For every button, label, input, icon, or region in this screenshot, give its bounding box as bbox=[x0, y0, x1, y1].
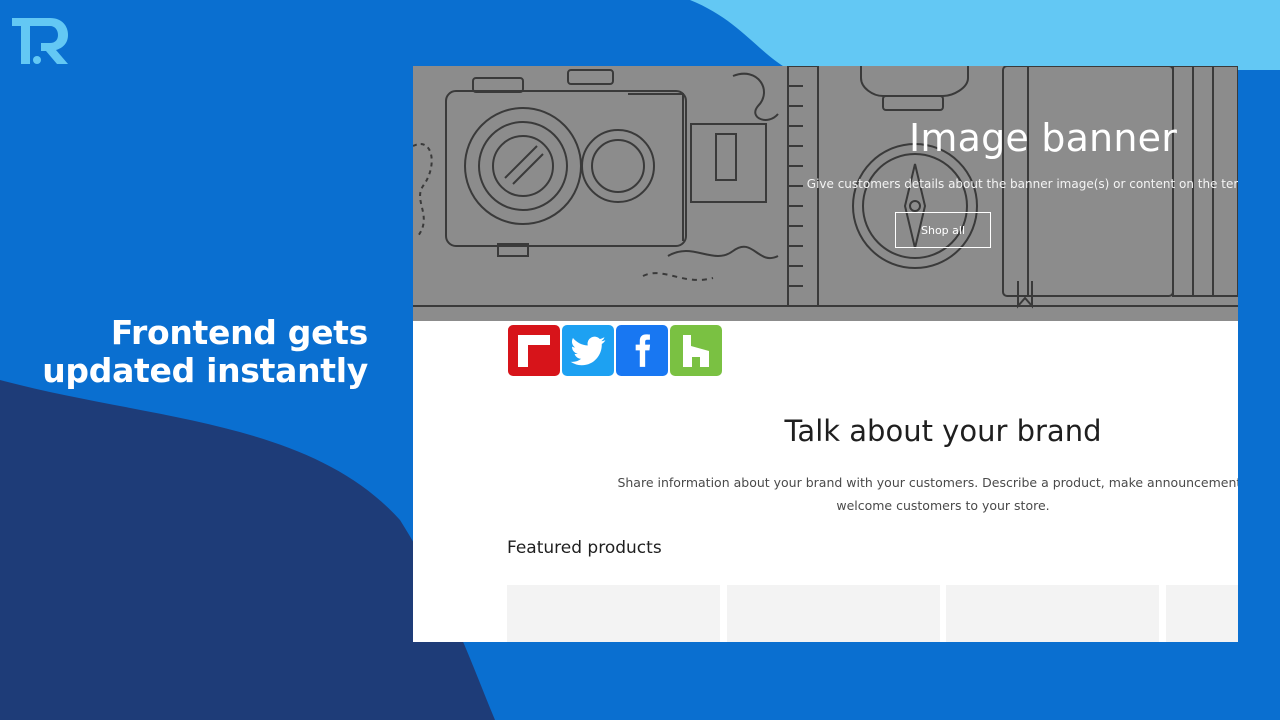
banner-illustration bbox=[413, 66, 1238, 309]
brand-description-line-1: Share information about your brand with … bbox=[617, 475, 1238, 490]
tagline-line-2: updated instantly bbox=[42, 351, 368, 390]
tagline: Frontend gets updated instantly bbox=[42, 314, 368, 390]
twitter-share-button[interactable] bbox=[562, 325, 614, 376]
store-preview-screenshot: Image banner Give customers details abou… bbox=[413, 66, 1238, 642]
brand-heading: Talk about your brand bbox=[784, 414, 1102, 448]
banner-title: Image banner bbox=[908, 116, 1178, 160]
tr-logo-icon bbox=[12, 18, 68, 64]
flipboard-share-button[interactable] bbox=[508, 325, 560, 376]
twitter-icon bbox=[570, 336, 606, 365]
flipboard-icon bbox=[518, 334, 550, 367]
houzz-share-button[interactable] bbox=[670, 325, 722, 376]
image-banner: Image banner Give customers details abou… bbox=[413, 66, 1238, 321]
product-card[interactable] bbox=[946, 585, 1159, 642]
social-share-buttons bbox=[508, 325, 722, 376]
houzz-icon bbox=[683, 334, 709, 367]
product-card[interactable] bbox=[507, 585, 720, 642]
brand-description: Share information about your brand with … bbox=[613, 471, 1238, 517]
brand-description-line-2: welcome customers to your store. bbox=[836, 498, 1050, 513]
banner-subtitle: Give customers details about the banner … bbox=[806, 177, 1238, 191]
facebook-share-button[interactable] bbox=[616, 325, 668, 376]
product-card[interactable] bbox=[727, 585, 940, 642]
tagline-line-1: Frontend gets bbox=[110, 313, 368, 352]
facebook-icon bbox=[635, 333, 651, 367]
product-card[interactable] bbox=[1166, 585, 1238, 642]
shop-all-button[interactable]: Shop all bbox=[895, 212, 991, 248]
featured-products-heading: Featured products bbox=[507, 538, 662, 558]
